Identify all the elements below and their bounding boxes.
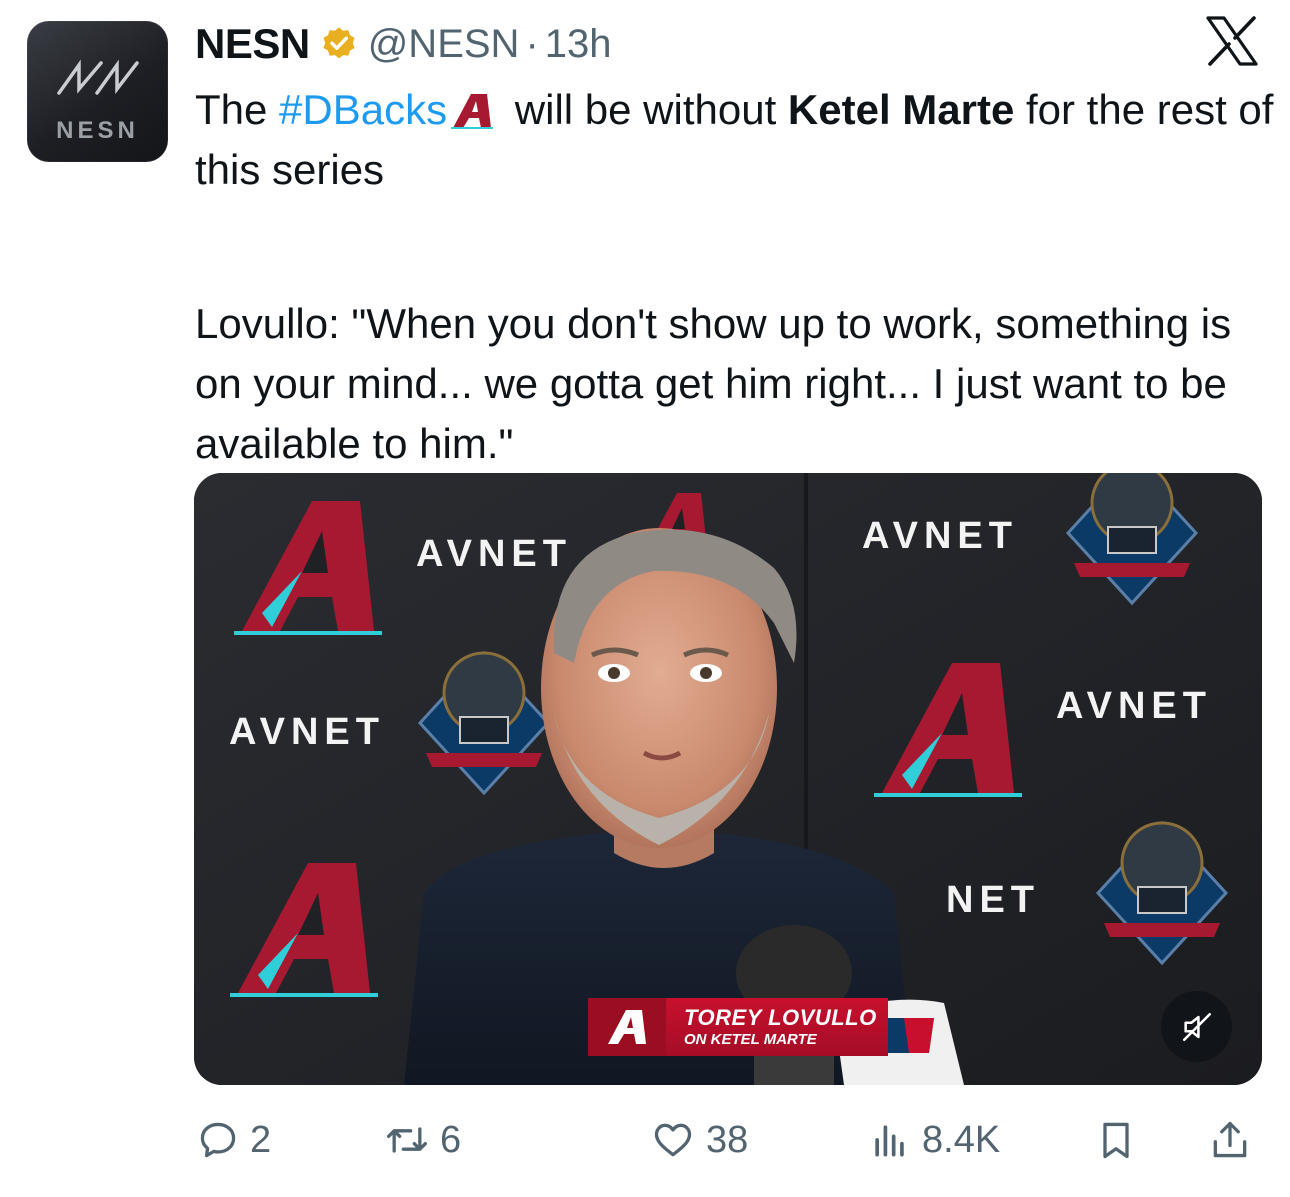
repost-icon	[387, 1127, 427, 1153]
video-player[interactable]: AVNET AVNET AVNET AVNET NET TOREY LOVULL…	[194, 473, 1262, 1085]
share-icon	[1213, 1121, 1247, 1158]
tweet-text: The #DBacks will be without Ketel Marte …	[195, 80, 1275, 474]
tweet-paragraph-1: The #DBacks will be without Ketel Marte …	[195, 80, 1275, 200]
like-button[interactable]: 38	[650, 1112, 748, 1168]
sponsor-logo-text: AVNET	[862, 515, 1018, 557]
tweet[interactable]: NESN NESN @NESN · 13h The #DBacks will b…	[0, 0, 1290, 1197]
bookmark-icon	[1103, 1122, 1129, 1159]
analytics-icon	[875, 1125, 904, 1157]
reply-icon	[200, 1122, 236, 1158]
handle[interactable]: @NESN	[368, 22, 520, 67]
mute-button[interactable]	[1161, 991, 1232, 1062]
bookmark-button[interactable]	[1094, 1112, 1138, 1168]
text-prefix: The	[195, 86, 280, 133]
dbacks-logo-icon	[588, 998, 666, 1056]
sponsor-logo-text: AVNET	[229, 711, 385, 753]
video-frame	[194, 473, 1262, 1085]
reply-button[interactable]: 2	[196, 1112, 271, 1168]
avatar[interactable]: NESN	[27, 21, 168, 162]
sponsor-logo-text: AVNET	[1056, 685, 1212, 727]
repost-button[interactable]: 6	[384, 1112, 461, 1168]
sponsor-logo-text: NET	[946, 879, 1040, 921]
dbacks-logo-icon	[451, 94, 494, 129]
lower-third-subtitle: ON KETEL MARTE	[684, 1031, 817, 1048]
display-name[interactable]: NESN	[195, 20, 310, 68]
view-count: 8.4K	[922, 1118, 1001, 1161]
like-count: 38	[706, 1118, 749, 1161]
speaker-muted-icon	[1182, 1012, 1211, 1041]
heart-icon	[654, 1123, 692, 1157]
action-bar: 2 6 38 8.4K	[194, 1112, 1262, 1168]
timestamp[interactable]: 13h	[545, 22, 612, 67]
nesn-logo-icon	[57, 59, 139, 95]
lower-third-caption: TOREY LOVULLO ON KETEL MARTE	[588, 998, 888, 1056]
views-button[interactable]: 8.4K	[868, 1112, 1000, 1168]
tweet-paragraph-2: Lovullo: "When you don't show up to work…	[195, 300, 1232, 467]
lower-third-name: TOREY LOVULLO	[684, 1005, 877, 1030]
repost-count: 6	[440, 1118, 462, 1161]
hashtag-link[interactable]: #DBacks	[279, 86, 447, 133]
reply-count: 2	[250, 1118, 272, 1161]
separator-dot: ·	[525, 21, 539, 66]
x-logo-icon[interactable]	[1205, 16, 1259, 66]
tweet-header: NESN @NESN · 13h	[195, 18, 612, 70]
verified-badge-icon	[323, 27, 355, 59]
share-button[interactable]	[1208, 1112, 1252, 1168]
lower-third-text: TOREY LOVULLO ON KETEL MARTE	[666, 1005, 877, 1048]
text-mid: will be without	[503, 86, 788, 133]
avatar-label: NESN	[56, 117, 139, 144]
sponsor-logo-text: AVNET	[416, 533, 572, 575]
player-name: Ketel Marte	[787, 86, 1015, 133]
